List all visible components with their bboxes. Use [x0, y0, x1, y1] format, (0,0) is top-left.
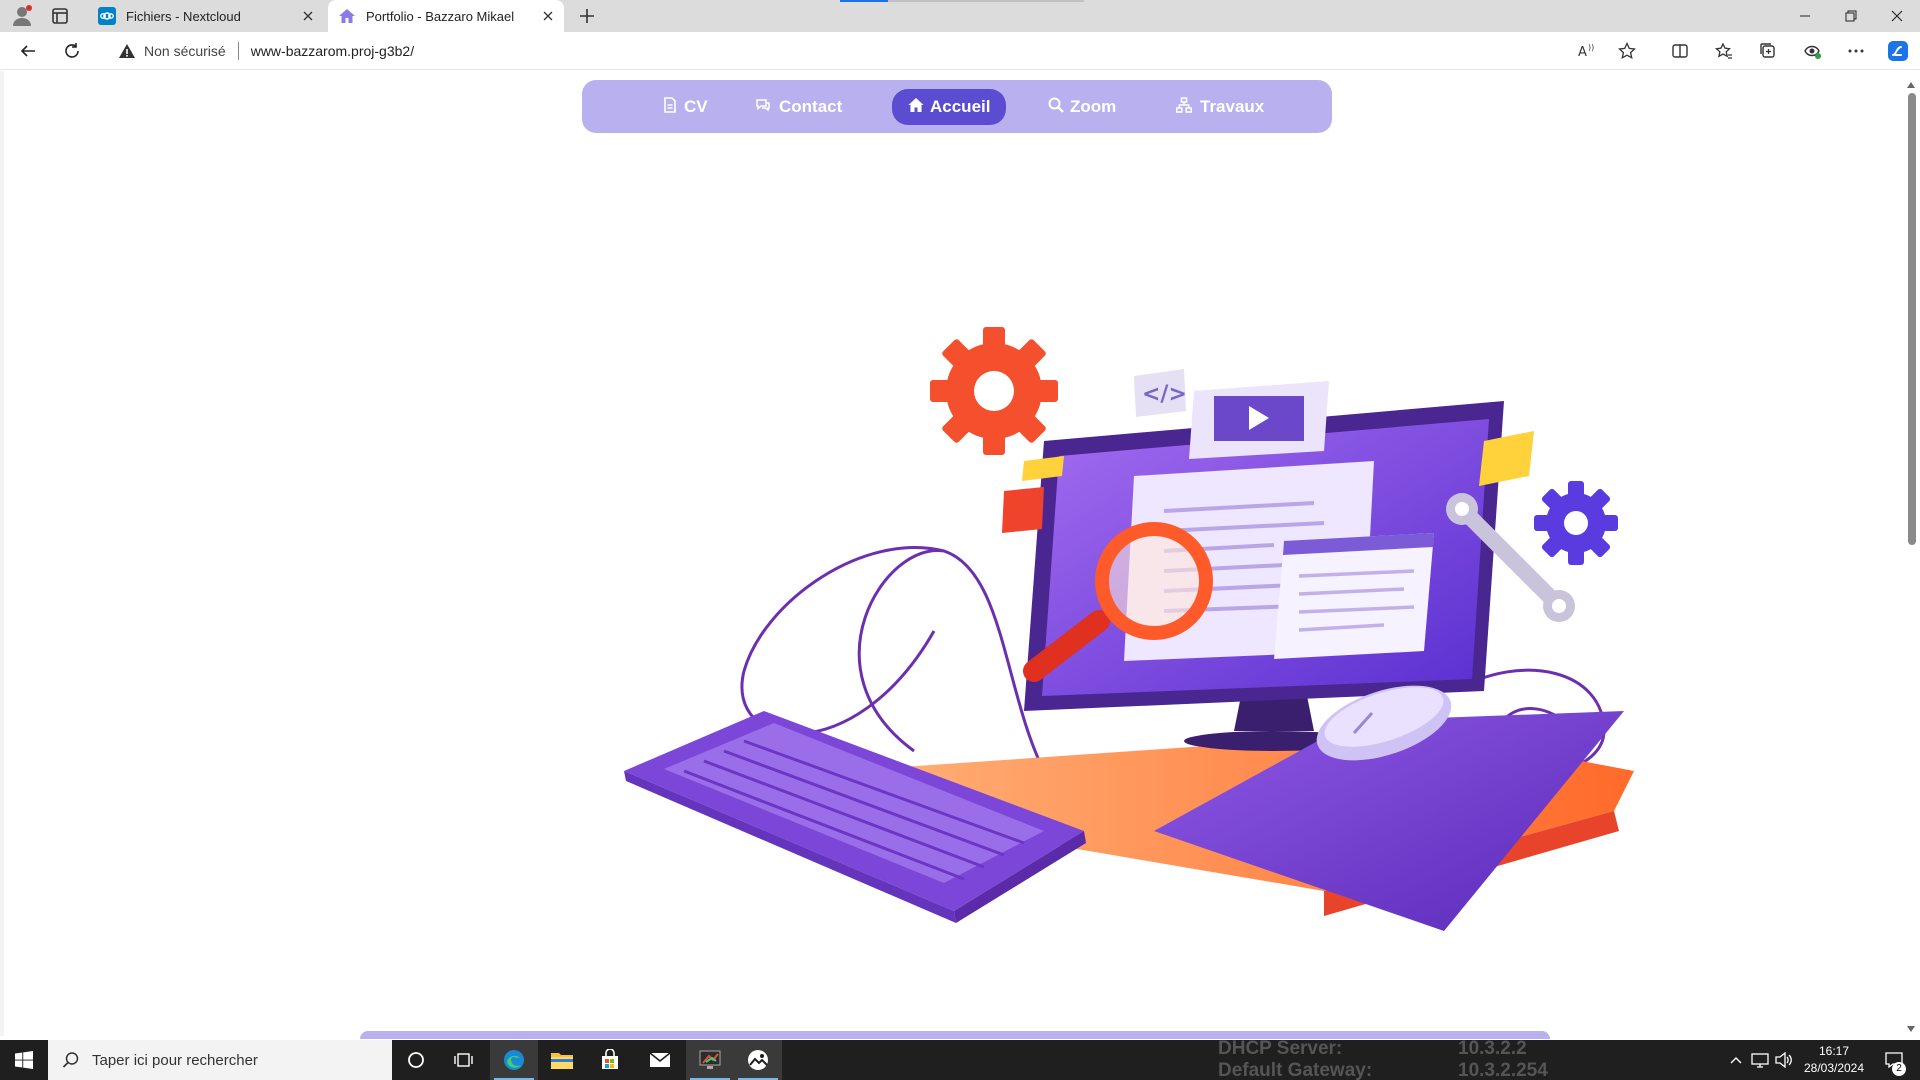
store-icon[interactable] — [586, 1040, 634, 1080]
url-text[interactable]: www-bazzarom.proj-g3b2/ — [251, 43, 414, 59]
section-divider — [360, 1031, 1550, 1039]
search-icon — [1048, 97, 1064, 118]
taskbar: Taper ici pour rechercher DHCP Server: 1… — [0, 1040, 1920, 1080]
tab-strip: Fichiers - Nextcloud Portfolio - Bazzaro… — [0, 0, 1920, 32]
home-icon — [338, 7, 356, 25]
network-icon[interactable] — [1748, 1040, 1772, 1080]
hero-illustration: </> — [624, 327, 1634, 931]
tab-nextcloud[interactable]: Fichiers - Nextcloud — [88, 0, 324, 32]
tab-title: Portfolio - Bazzaro Mikael — [366, 8, 515, 24]
back-icon[interactable] — [14, 37, 42, 65]
web-page: CV Contact Accueil Zoom Travaux </> — [0, 71, 1920, 1039]
new-tab-icon[interactable] — [576, 5, 598, 27]
chat-icon — [753, 97, 773, 118]
flag — [1002, 487, 1044, 533]
browser-toolbar: Non sécurisé www-bazzarom.proj-g3b2/ A)) — [0, 32, 1920, 70]
taskbar-search[interactable]: Taper ici pour rechercher — [48, 1040, 392, 1080]
nav-travaux[interactable]: Travaux — [1158, 89, 1280, 125]
nav-label: CV — [684, 97, 708, 116]
gear-icon — [930, 327, 1058, 455]
nav-accueil[interactable]: Accueil — [892, 89, 1007, 125]
page-scrollbar[interactable] — [1902, 71, 1920, 1036]
photos-icon[interactable] — [734, 1040, 782, 1080]
bginfo-value: 10.3.2.254 — [1458, 1060, 1548, 1080]
nav-zoom[interactable]: Zoom — [1032, 89, 1132, 125]
nav-label: Contact — [779, 97, 843, 116]
collections-icon[interactable] — [1754, 37, 1782, 65]
profile-icon[interactable] — [10, 4, 34, 28]
minimize-icon[interactable] — [1782, 0, 1828, 32]
loading-track — [888, 0, 1084, 2]
copilot-icon[interactable] — [1884, 37, 1912, 65]
close-tab-icon[interactable] — [536, 4, 560, 28]
svg-text:A: A — [1578, 45, 1587, 60]
scroll-down-icon[interactable] — [1907, 1019, 1915, 1037]
nav-label: Zoom — [1070, 97, 1117, 116]
favorite-star-icon[interactable] — [1613, 37, 1641, 65]
tab-title: Fichiers - Nextcloud — [126, 8, 241, 24]
sitemap-icon — [1174, 96, 1194, 118]
svg-text:)): )) — [1588, 43, 1594, 52]
warning-icon[interactable] — [118, 42, 136, 60]
cortana-icon[interactable] — [392, 1040, 440, 1080]
scrollbar-thumb[interactable] — [1908, 93, 1916, 545]
nav-label: Travaux — [1200, 97, 1265, 116]
edge-icon[interactable] — [490, 1040, 538, 1080]
system-clock[interactable]: 16:17 28/03/2024 — [1794, 1043, 1874, 1077]
nextcloud-icon — [98, 7, 116, 25]
restore-icon[interactable] — [1828, 0, 1874, 32]
favorites-icon[interactable] — [1710, 37, 1738, 65]
extension-icon[interactable] — [1798, 37, 1826, 65]
clock-time: 16:17 — [1818, 1044, 1850, 1058]
bginfo-key: DHCP Server: — [1218, 1040, 1343, 1059]
gear-icon — [1534, 481, 1618, 565]
svg-text:</>: </> — [1142, 382, 1187, 407]
reload-icon[interactable] — [58, 37, 86, 65]
scroll-up-icon[interactable] — [1907, 75, 1915, 93]
read-aloud-icon[interactable]: A)) — [1573, 37, 1601, 65]
search-placeholder: Taper ici pour rechercher — [92, 1051, 258, 1069]
close-tab-icon[interactable] — [296, 4, 320, 28]
nav-contact[interactable]: Contact — [737, 89, 858, 125]
search-icon — [62, 1051, 80, 1069]
nav-label: Accueil — [930, 97, 991, 116]
windows-start-icon[interactable] — [0, 1040, 48, 1080]
bginfo-key: Default Gateway: — [1218, 1060, 1373, 1080]
mail-icon[interactable] — [636, 1040, 684, 1080]
nav-cv[interactable]: CV — [646, 89, 724, 125]
bginfo-overlay: DHCP Server: 10.3.2.2 Default Gateway: 1… — [1218, 1040, 1598, 1080]
loading-indicator — [840, 0, 888, 2]
address-bar[interactable]: Non sécurisé www-bazzarom.proj-g3b2/ — [104, 36, 1644, 66]
clock-date: 28/03/2024 — [1803, 1061, 1865, 1075]
notification-count: 2 — [1892, 1062, 1906, 1076]
document-icon — [662, 96, 678, 118]
tab-portfolio[interactable]: Portfolio - Bazzaro Mikael — [328, 0, 564, 32]
chevron-up-icon[interactable] — [1726, 1040, 1746, 1080]
keyboard — [624, 711, 1086, 923]
security-label[interactable]: Non sécurisé — [144, 43, 226, 59]
file-explorer-icon[interactable] — [538, 1040, 586, 1080]
bginfo-value: 10.3.2.2 — [1458, 1040, 1527, 1059]
main-navigation: CV Contact Accueil Zoom Travaux — [582, 80, 1332, 133]
close-window-icon[interactable] — [1874, 0, 1920, 32]
volume-icon[interactable] — [1772, 1040, 1796, 1080]
remote-desktop-icon[interactable] — [686, 1040, 734, 1080]
home-icon — [908, 97, 924, 118]
task-view-icon[interactable] — [440, 1040, 488, 1080]
split-screen-icon[interactable] — [1666, 37, 1694, 65]
more-menu-icon[interactable] — [1842, 37, 1870, 65]
divider — [237, 42, 239, 60]
tab-actions-icon[interactable] — [50, 6, 70, 26]
